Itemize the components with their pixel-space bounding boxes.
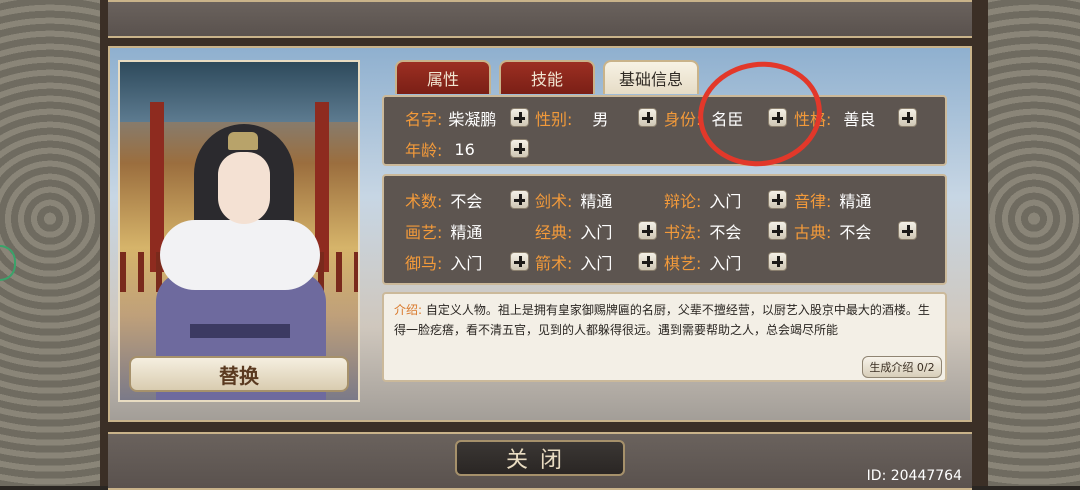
skill-value: 精通 — [450, 223, 483, 242]
age-label: 年龄: — [405, 141, 443, 160]
skill-jianshu-archery: 箭术: 入门 — [535, 250, 612, 274]
plus-icon[interactable] — [510, 190, 529, 209]
portrait-fur-collar — [160, 220, 320, 290]
skill-label: 音律: — [794, 192, 832, 211]
skill-label: 古典: — [794, 223, 832, 242]
generate-description-button[interactable]: 生成介绍 0/2 — [862, 356, 942, 378]
skill-label: 棋艺: — [664, 254, 702, 273]
skill-value: 精通 — [580, 192, 613, 211]
skill-value: 入门 — [450, 254, 483, 273]
gender-field: 性别: 男 — [535, 106, 608, 130]
plus-icon[interactable] — [768, 190, 787, 209]
gender-value: 男 — [592, 110, 609, 129]
plus-icon[interactable] — [898, 108, 917, 127]
name-label: 名字: — [405, 110, 443, 129]
skill-huayi: 画艺: 精通 — [405, 219, 482, 243]
name-value: 柴凝鹏 — [448, 110, 497, 129]
tab-basic-info[interactable]: 基础信息 — [603, 60, 699, 94]
plus-icon[interactable] — [638, 252, 657, 271]
character-portrait — [118, 60, 360, 402]
portrait-belt — [190, 324, 290, 338]
skill-value: 不会 — [450, 192, 483, 211]
identity-label: 身份: — [664, 110, 702, 129]
skill-value: 入门 — [580, 223, 613, 242]
age-field: 年龄: 16 — [405, 137, 475, 161]
skill-label: 画艺: — [405, 223, 443, 242]
close-button[interactable]: 关闭 — [455, 440, 625, 476]
plus-icon[interactable] — [510, 139, 529, 158]
skill-gudian: 古典: 不会 — [794, 219, 871, 243]
skill-label: 御马: — [405, 254, 443, 273]
swap-button[interactable]: 替换 — [129, 356, 349, 392]
plus-icon[interactable] — [768, 221, 787, 240]
skill-jingdian: 经典: 入门 — [535, 219, 612, 243]
skill-yuma: 御马: 入门 — [405, 250, 482, 274]
personality-value: 善良 — [843, 110, 876, 129]
gender-label: 性别: — [535, 110, 573, 129]
age-value: 16 — [454, 139, 475, 159]
skill-label: 辩论: — [664, 192, 702, 211]
skill-label: 经典: — [535, 223, 573, 242]
portrait-face — [218, 152, 270, 224]
skill-value: 精通 — [839, 192, 872, 211]
skill-label: 剑术: — [535, 192, 573, 211]
plus-icon[interactable] — [768, 252, 787, 271]
skill-value: 入门 — [580, 254, 613, 273]
top-band — [108, 0, 972, 38]
description-text: 自定义人物。祖上是拥有皇家御赐牌匾的名厨，父辈不擅经营，以厨艺入股京中最大的酒楼… — [394, 303, 930, 337]
skill-value: 不会 — [709, 223, 742, 242]
description-label: 介绍: — [394, 303, 423, 317]
tab-skills[interactable]: 技能 — [499, 60, 595, 94]
skill-jianshu: 剑术: 精通 — [535, 188, 612, 212]
skill-label: 箭术: — [535, 254, 573, 273]
skill-value: 入门 — [709, 192, 742, 211]
tab-attributes[interactable]: 属性 — [395, 60, 491, 94]
name-field: 名字: 柴凝鹏 — [405, 106, 496, 130]
player-id: ID: 20447764 — [866, 468, 962, 484]
skill-shufa: 书法: 不会 — [664, 219, 741, 243]
plus-icon[interactable] — [510, 252, 529, 271]
skill-yinlv: 音律: 精通 — [794, 188, 871, 212]
skill-shushu: 术数: 不会 — [405, 188, 482, 212]
portrait-crown — [228, 132, 258, 150]
skill-value: 入门 — [709, 254, 742, 273]
plus-icon[interactable] — [638, 221, 657, 240]
skill-bianlun: 辩论: 入门 — [664, 188, 741, 212]
plus-icon[interactable] — [898, 221, 917, 240]
skill-value: 不会 — [839, 223, 872, 242]
plus-icon[interactable] — [638, 108, 657, 127]
plus-icon[interactable] — [510, 108, 529, 127]
decor-left — [0, 0, 100, 486]
skill-label: 术数: — [405, 192, 443, 211]
skill-qiyi: 棋艺: 入门 — [664, 250, 741, 274]
skill-label: 书法: — [664, 223, 702, 242]
decor-right — [988, 0, 1080, 486]
